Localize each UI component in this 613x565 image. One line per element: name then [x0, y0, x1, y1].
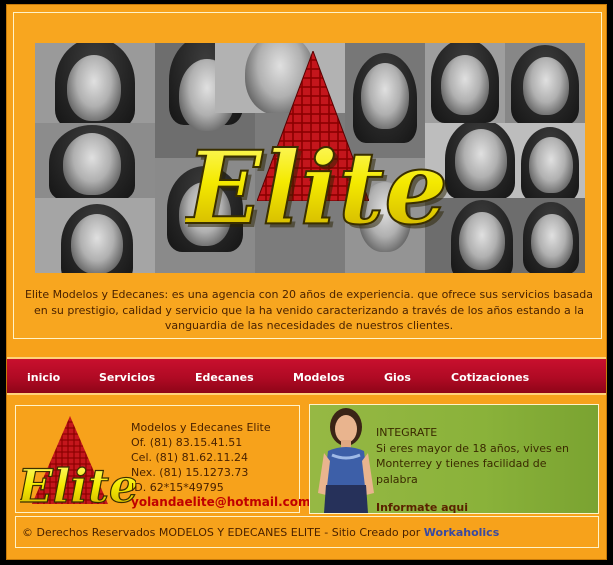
- model-photo: [35, 123, 155, 198]
- contact-info: Modelos y Edecanes Elite Of. (81) 83.15.…: [131, 420, 311, 510]
- contact-nextel: Nex. (81) 15.1273.73: [131, 466, 249, 479]
- svg-text:Elite: Elite: [20, 459, 136, 512]
- nav-item-cotizaciones[interactable]: Cotizaciones: [451, 371, 529, 384]
- main-nav: inicio Servicios Edecanes Modelos Gios C…: [7, 357, 606, 395]
- model-photo: [35, 43, 155, 123]
- nav-item-inicio[interactable]: inicio: [27, 371, 60, 384]
- hero-banner: Elite Elite: [35, 43, 585, 273]
- integrate-box: INTEGRATE Si eres mayor de 18 años, vive…: [309, 404, 599, 514]
- model-photo: [425, 43, 505, 123]
- footer: © Derechos Reservados MODELOS Y EDECANES…: [15, 516, 599, 548]
- nav-item-modelos[interactable]: Modelos: [293, 371, 345, 384]
- integrate-text: INTEGRATE Si eres mayor de 18 años, vive…: [376, 425, 591, 487]
- intro-text: Elite Modelos y Edecanes: es una agencia…: [24, 288, 594, 332]
- nav-item-edecanes[interactable]: Edecanes: [195, 371, 254, 384]
- integrate-description: Si eres mayor de 18 años, vives en Monte…: [376, 441, 570, 486]
- model-girl-photo: [318, 408, 374, 513]
- footer-copyright: © Derechos Reservados MODELOS Y EDECANES…: [22, 526, 499, 539]
- elite-small-logo: Elite: [20, 416, 136, 512]
- page-frame: Elite Elite Elite Modelos y Edecanes: es…: [6, 4, 607, 560]
- nav-item-gios[interactable]: Gios: [384, 371, 411, 384]
- svg-text:Elite: Elite: [185, 131, 448, 241]
- contact-office-phone: Of. (81) 83.15.41.51: [131, 436, 243, 449]
- footer-copyright-text: © Derechos Reservados MODELOS Y EDECANES…: [22, 526, 424, 539]
- contact-cell-phone: Cel. (81) 81.62.11.24: [131, 451, 249, 464]
- footer-workaholics-link[interactable]: Workaholics: [424, 526, 499, 539]
- contact-box: Elite Modelos y Edecanes Elite Of. (81) …: [15, 405, 311, 513]
- model-photo: [505, 43, 585, 123]
- contact-title: Modelos y Edecanes Elite: [131, 421, 271, 434]
- integrate-title: INTEGRATE: [376, 426, 438, 439]
- nav-item-servicios[interactable]: Servicios: [99, 371, 155, 384]
- elite-logo: Elite Elite: [185, 131, 450, 241]
- hero-section: Elite Elite Elite Modelos y Edecanes: es…: [13, 12, 602, 339]
- contact-id: ID. 62*15*49795: [131, 481, 224, 494]
- informate-link[interactable]: Informate aqui: [376, 501, 468, 514]
- contact-email-link[interactable]: yolandaelite@hotmail.com: [131, 495, 311, 510]
- model-photo: [35, 198, 155, 273]
